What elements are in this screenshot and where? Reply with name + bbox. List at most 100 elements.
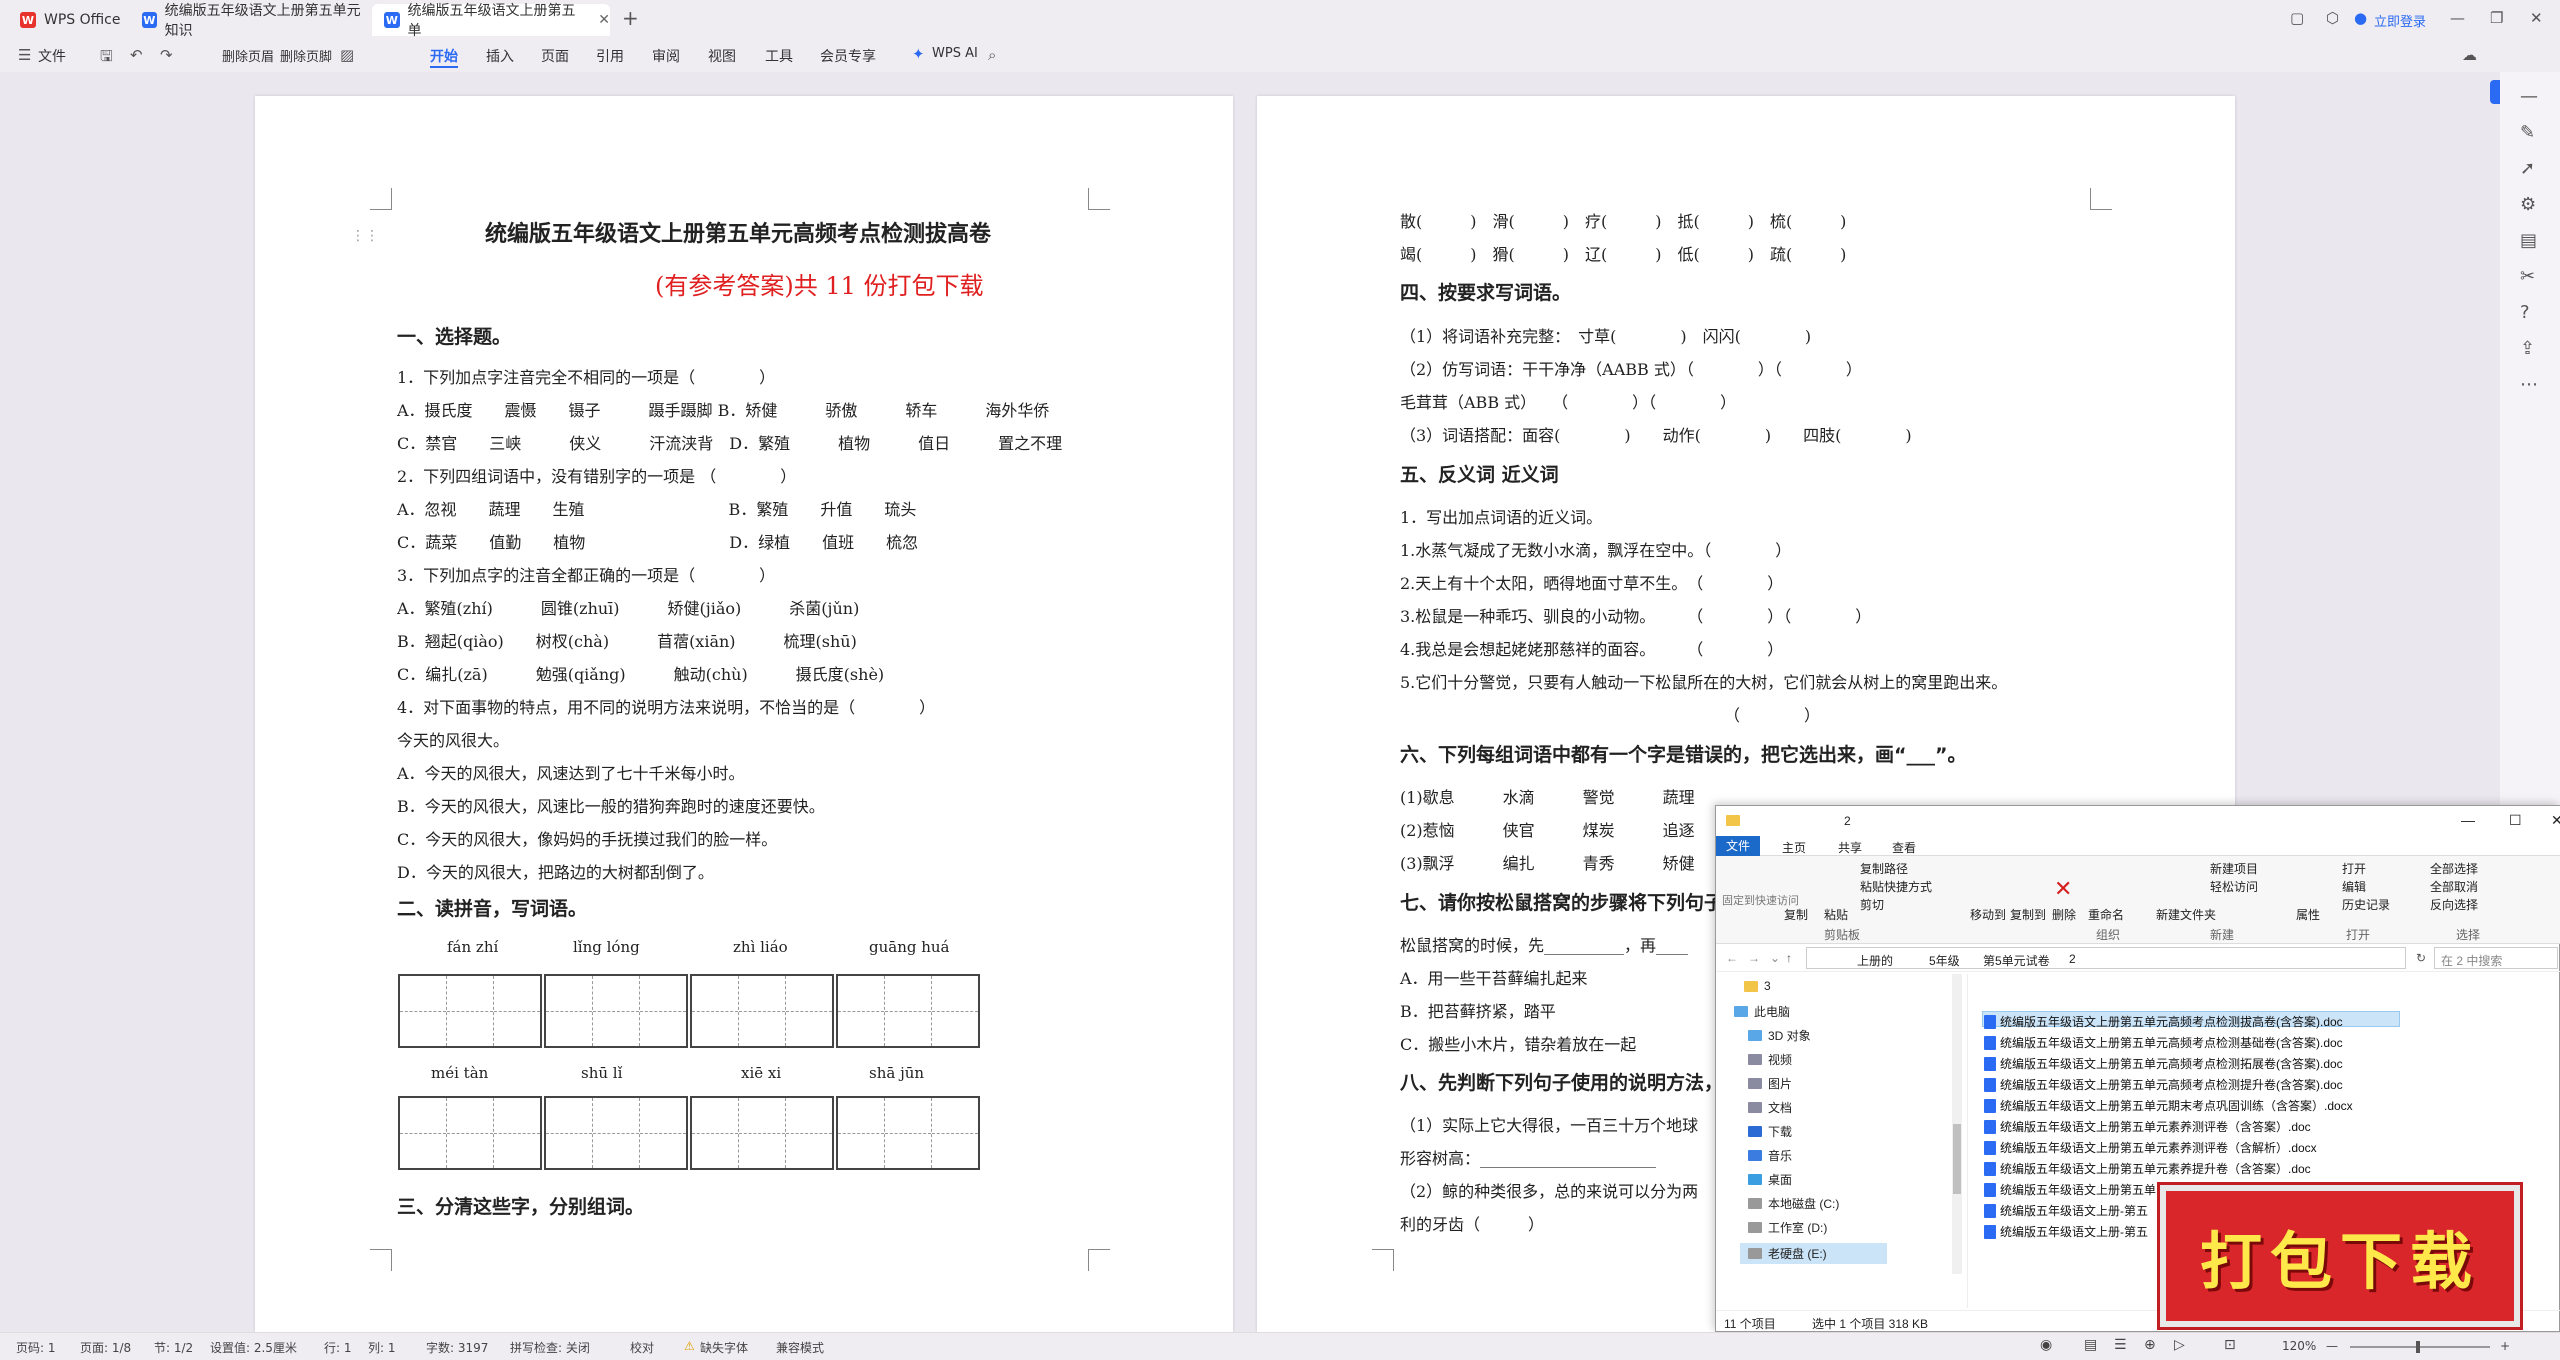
close-window-icon[interactable]: ✕	[2530, 9, 2543, 27]
nav-item[interactable]: 文档	[1748, 1099, 1792, 1116]
forward-icon[interactable]: →	[1748, 951, 1760, 965]
nav-item[interactable]: 下载	[1748, 1123, 1792, 1140]
delete-button[interactable]: 删除	[2052, 906, 2076, 923]
tab-insert[interactable]: 插入	[486, 46, 514, 66]
nav-item[interactable]: 3D 对象	[1748, 1027, 1811, 1044]
wps-ai-button[interactable]: WPS AI	[932, 46, 978, 61]
format-icon[interactable]: ▤	[2520, 230, 2537, 251]
tab-view[interactable]: 视图	[708, 46, 736, 66]
file-row[interactable]: 统编版五年级语文上册第五单	[1984, 1181, 2156, 1198]
web-view-icon[interactable]: ⊕	[2144, 1337, 2156, 1353]
zoom-level[interactable]: 120%	[2282, 1339, 2316, 1353]
back-icon[interactable]: ←	[1726, 951, 1738, 965]
select-all-button[interactable]: 全部选择	[2430, 860, 2478, 877]
tab-home[interactable]: 主页	[1782, 839, 1806, 856]
nav-item[interactable]: 3	[1744, 979, 1771, 993]
maximize-icon[interactable]: ☐	[2509, 812, 2522, 829]
select-icon[interactable]: ➚	[2520, 158, 2535, 179]
file-row[interactable]: 统编版五年级语文上册第五单元素养提升卷（含答案）.doc	[1984, 1160, 2311, 1177]
file-row[interactable]: 统编版五年级语文上册第五单元素养测评卷（含解析）.docx	[1984, 1139, 2317, 1156]
nav-item-this-pc[interactable]: 此电脑	[1734, 1003, 1790, 1020]
tab-document-2[interactable]: W 统编版五年级语文上册第五单 ✕	[372, 3, 610, 39]
nav-item-selected[interactable]: 老硬盘 (E:)	[1740, 1243, 1887, 1264]
read-view-icon[interactable]: ▷	[2174, 1337, 2185, 1353]
share-doc-icon[interactable]: ⇪	[2520, 338, 2535, 359]
tab-review[interactable]: 审阅	[652, 46, 680, 66]
avatar-icon[interactable]: ●	[2354, 9, 2367, 27]
tab-reference[interactable]: 引用	[596, 46, 624, 66]
login-link[interactable]: 立即登录	[2374, 11, 2426, 30]
tab-page[interactable]: 页面	[541, 46, 569, 66]
tab-share[interactable]: 共享	[1838, 839, 1862, 856]
tab-start[interactable]: 开始	[430, 46, 458, 68]
file-row[interactable]: 统编版五年级语文上册第五单元高频考点检测基础卷(含答案).doc	[1984, 1034, 2343, 1051]
scrollbar-thumb[interactable]	[1953, 1124, 1961, 1194]
window-icon[interactable]: ▢	[2290, 9, 2304, 27]
zoom-out-icon[interactable]: —	[2326, 1339, 2338, 1353]
tab-wps-office[interactable]: W WPS Office	[8, 4, 128, 36]
tab-file[interactable]: 文件	[1716, 836, 1760, 856]
file-row[interactable]: 统编版五年级语文上册第五单元素养测评卷（含答案）.doc	[1984, 1118, 2311, 1135]
file-row[interactable]: 统编版五年级语文上册第五单元期末考点巩固训练（含答案）.docx	[1984, 1097, 2353, 1114]
zoom-in-icon[interactable]: +	[2500, 1339, 2510, 1353]
download-banner[interactable]: 打包下载	[2160, 1185, 2520, 1327]
breadcrumb-item[interactable]: 5年级	[1929, 952, 1960, 969]
help-icon[interactable]: ?	[2520, 302, 2530, 323]
tab-tools[interactable]: 工具	[765, 46, 793, 66]
tab-document-1[interactable]: W 统编版五年级语文上册第五单元知识	[130, 3, 370, 39]
search-box[interactable]: 在 2 中搜索	[2434, 947, 2558, 969]
undo-icon[interactable]: ↶	[130, 46, 143, 64]
nav-item[interactable]: 音乐	[1748, 1147, 1792, 1164]
close-icon[interactable]: ✕	[2551, 812, 2560, 829]
drag-handle-icon[interactable]: ⋮⋮	[351, 228, 379, 244]
recent-icon[interactable]: ⌄	[1770, 951, 1780, 965]
new-folder-button[interactable]: 新建文件夹	[2156, 906, 2216, 923]
breadcrumb-item[interactable]: 第5单元试卷	[1983, 952, 2050, 969]
nav-item[interactable]: 本地磁盘 (C:)	[1748, 1195, 1839, 1212]
eye-icon[interactable]: ◉	[2040, 1337, 2052, 1353]
nav-item[interactable]: 工作室 (D:)	[1748, 1219, 1827, 1236]
tab-member[interactable]: 会员专享	[820, 46, 876, 66]
properties-button[interactable]: 属性	[2296, 906, 2320, 923]
page-view-icon[interactable]: ▤	[2084, 1337, 2097, 1353]
paste-button[interactable]: 粘贴	[1824, 906, 1848, 923]
path-box[interactable]: 上册的 5年级 第5单元试卷 2	[1806, 947, 2406, 969]
more-icon[interactable]: ⋯	[2520, 374, 2538, 395]
breadcrumb-item[interactable]: 2	[2069, 952, 2076, 966]
file-row[interactable]: 统编版五年级语文上册第五单元高频考点检测拔高卷(含答案).doc	[1984, 1013, 2343, 1030]
history-button[interactable]: 历史记录	[2342, 896, 2390, 913]
proofread[interactable]: 校对	[630, 1339, 654, 1356]
word-count[interactable]: 字数: 3197	[426, 1339, 488, 1356]
refresh-icon[interactable]: ↻	[2416, 951, 2426, 965]
scrollbar[interactable]	[1952, 974, 1962, 1274]
breadcrumb-item[interactable]: 上册的	[1857, 952, 1893, 969]
copy-path-button[interactable]: 复制路径	[1860, 860, 1908, 877]
close-icon[interactable]: ✕	[598, 12, 610, 28]
invert-selection-button[interactable]: 反向选择	[2430, 896, 2478, 913]
rename-button[interactable]: 重命名	[2088, 906, 2124, 923]
search-icon[interactable]: ⌕	[988, 46, 996, 64]
cloud-icon[interactable]: ☁	[2462, 46, 2477, 64]
cut-button[interactable]: 剪切	[1860, 896, 1884, 913]
file-row[interactable]: 统编版五年级语文上册第五单元高频考点检测提升卷(含答案).doc	[1984, 1076, 2343, 1093]
menu-icon[interactable]: ☰	[18, 46, 31, 64]
open-button[interactable]: 打开	[2342, 860, 2366, 877]
outline-icon[interactable]: ☰	[2114, 1337, 2127, 1353]
copy-to-button[interactable]: 复制到	[2010, 906, 2046, 923]
restore-icon[interactable]: ❐	[2490, 9, 2503, 27]
delete-footer-button[interactable]: 删除页脚	[280, 46, 332, 65]
save-icon[interactable]: 🖫	[100, 46, 113, 71]
select-none-button[interactable]: 全部取消	[2430, 878, 2478, 895]
file-row[interactable]: 统编版五年级语文上册-第五	[1984, 1202, 2148, 1219]
cube-icon[interactable]: ⬡	[2326, 9, 2339, 27]
up-icon[interactable]: ↑	[1786, 951, 1792, 965]
easy-access-button[interactable]: 轻松访问	[2210, 878, 2258, 895]
settings-icon[interactable]: ⚙	[2520, 194, 2536, 215]
file-row[interactable]: 统编版五年级语文上册第五单元高频考点检测拓展卷(含答案).doc	[1984, 1055, 2343, 1072]
nav-item[interactable]: 图片	[1748, 1075, 1792, 1092]
delete-header-button[interactable]: 删除页眉	[222, 46, 274, 65]
missing-font[interactable]: 缺失字体	[700, 1339, 748, 1356]
minus-icon[interactable]: —	[2520, 86, 2538, 107]
zoom-slider-thumb[interactable]	[2416, 1341, 2420, 1353]
new-item-button[interactable]: 新建项目	[2210, 860, 2258, 877]
